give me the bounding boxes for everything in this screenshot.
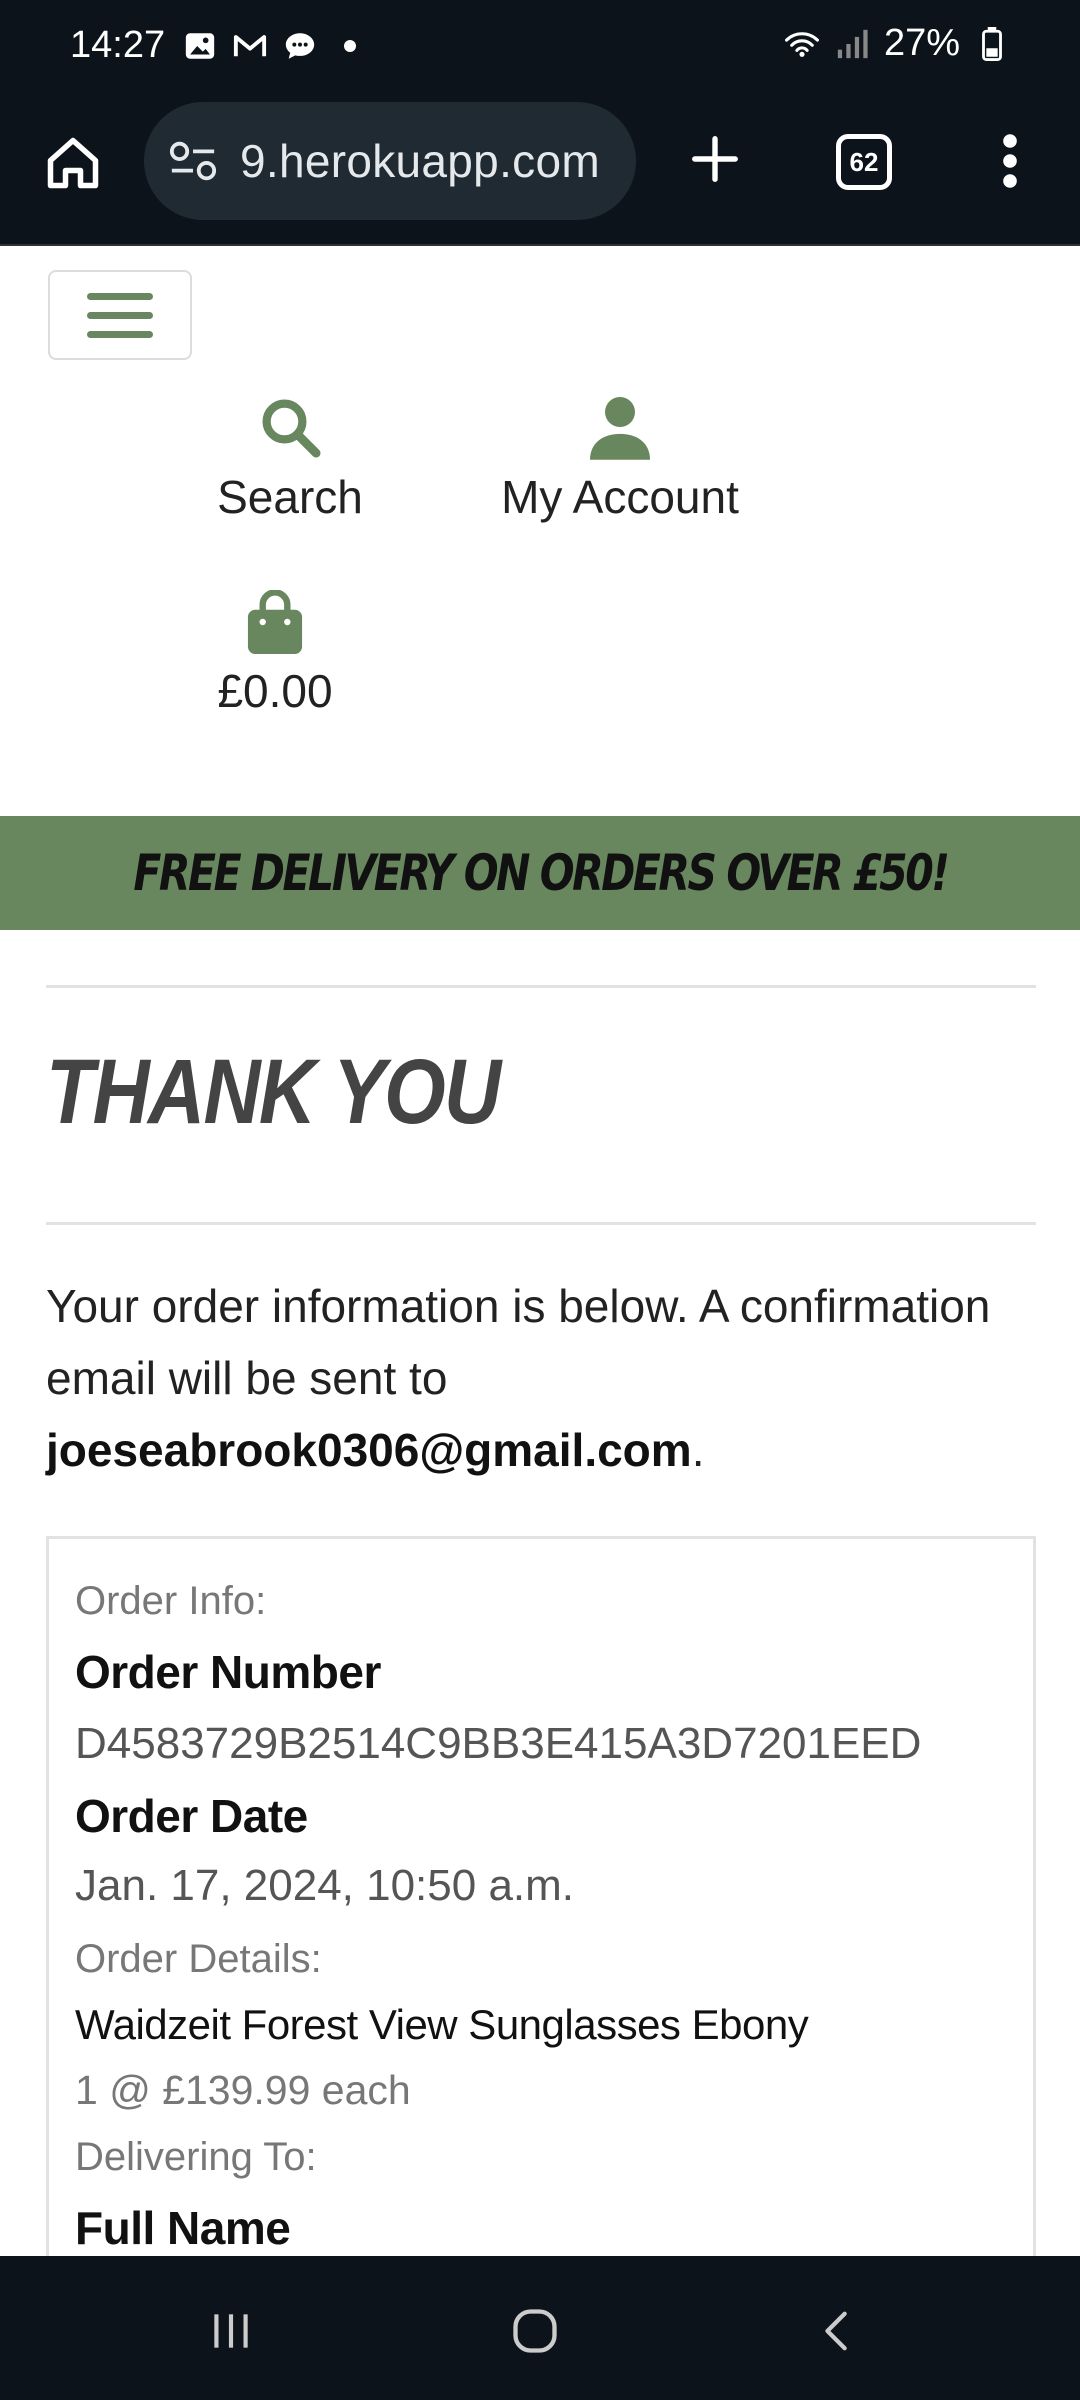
status-time: 14:27 [70, 24, 166, 66]
browser-menu-button[interactable] [990, 126, 1030, 196]
shopping-bag-icon [247, 590, 303, 654]
back-button[interactable] [802, 2296, 872, 2366]
dot-icon [332, 28, 368, 64]
url-text: 9.herokuapp.com [240, 135, 600, 187]
gallery-icon [182, 28, 218, 64]
system-navigation-bar [0, 2256, 1080, 2400]
order-item-qty-price: 1 @ £139.99 each [75, 2067, 411, 2113]
free-delivery-banner: FREE DELIVERY ON ORDERS OVER £50! [0, 816, 1080, 930]
battery-icon [974, 26, 1010, 62]
full-name-label: Full Name [75, 2202, 291, 2254]
home-button[interactable] [38, 128, 108, 198]
plus-icon [692, 136, 738, 182]
order-summary-card: Order Info: Order Number D4583729B2514C9… [46, 1536, 1036, 2256]
address-bar[interactable]: 9.herokuapp.com [144, 102, 636, 220]
delivering-to-heading: Delivering To: [75, 2135, 317, 2179]
search-icon [262, 399, 321, 458]
hamburger-line [87, 311, 153, 319]
home-nav-button[interactable] [500, 2296, 570, 2366]
customer-email: joeseabrook0306@gmail.com [46, 1424, 692, 1476]
order-item-name: Waidzeit Forest View Sunglasses Ebony [75, 2001, 809, 2048]
wifi-icon [784, 26, 820, 62]
user-icon [590, 397, 650, 460]
intro-period: . [691, 1424, 705, 1476]
nav-bag-link[interactable]: £0.00 [190, 574, 360, 718]
battery-percent: 27% [883, 22, 960, 64]
back-chevron-icon [825, 2311, 847, 2351]
messages-icon [282, 28, 318, 64]
nav-account-label: My Account [501, 471, 739, 523]
promo-text: FREE DELIVERY ON ORDERS OVER £50! [132, 844, 950, 902]
intro-text: Your order information is below. A confi… [46, 1280, 991, 1404]
order-info-heading: Order Info: [75, 1579, 267, 1623]
nav-search-link[interactable]: Search [200, 380, 380, 524]
status-indicators: 27% [784, 22, 1010, 65]
bag-total: £0.00 [217, 665, 333, 717]
home-icon [47, 137, 99, 189]
recent-apps-button[interactable] [196, 2296, 266, 2366]
order-number-label: Order Number [75, 1646, 381, 1698]
order-details-heading: Order Details: [75, 1937, 322, 1981]
divider [46, 985, 1036, 988]
divider [46, 1222, 1036, 1225]
notification-icons [182, 28, 368, 64]
gmail-icon [232, 28, 268, 64]
more-vertical-icon [1003, 134, 1017, 188]
signal-icon [834, 26, 870, 62]
menu-toggle-button[interactable] [48, 270, 192, 360]
hamburger-line [87, 330, 153, 338]
confirmation-message: Your order information is below. A confi… [46, 1270, 1046, 1486]
tab-switcher-button[interactable]: 62 [836, 134, 892, 190]
nav-account-link[interactable]: My Account [470, 380, 770, 524]
status-bar: 14:27 27% [0, 0, 1080, 96]
browser-toolbar: 9.herokuapp.com 62 [0, 96, 1080, 246]
home-circle-icon [513, 2309, 557, 2353]
page-title: THANK YOU [46, 1041, 501, 1143]
nav-search-label: Search [217, 471, 363, 523]
order-date-label: Order Date [75, 1790, 308, 1842]
order-date-value: Jan. 17, 2024, 10:50 a.m. [75, 1861, 575, 1910]
hamburger-line [87, 292, 153, 300]
order-number-value: D4583729B2514C9BB3E415A3D7201EED [75, 1719, 922, 1768]
site-settings-icon[interactable] [168, 139, 218, 183]
recent-apps-icon [214, 2314, 248, 2348]
new-tab-button[interactable] [680, 124, 750, 194]
